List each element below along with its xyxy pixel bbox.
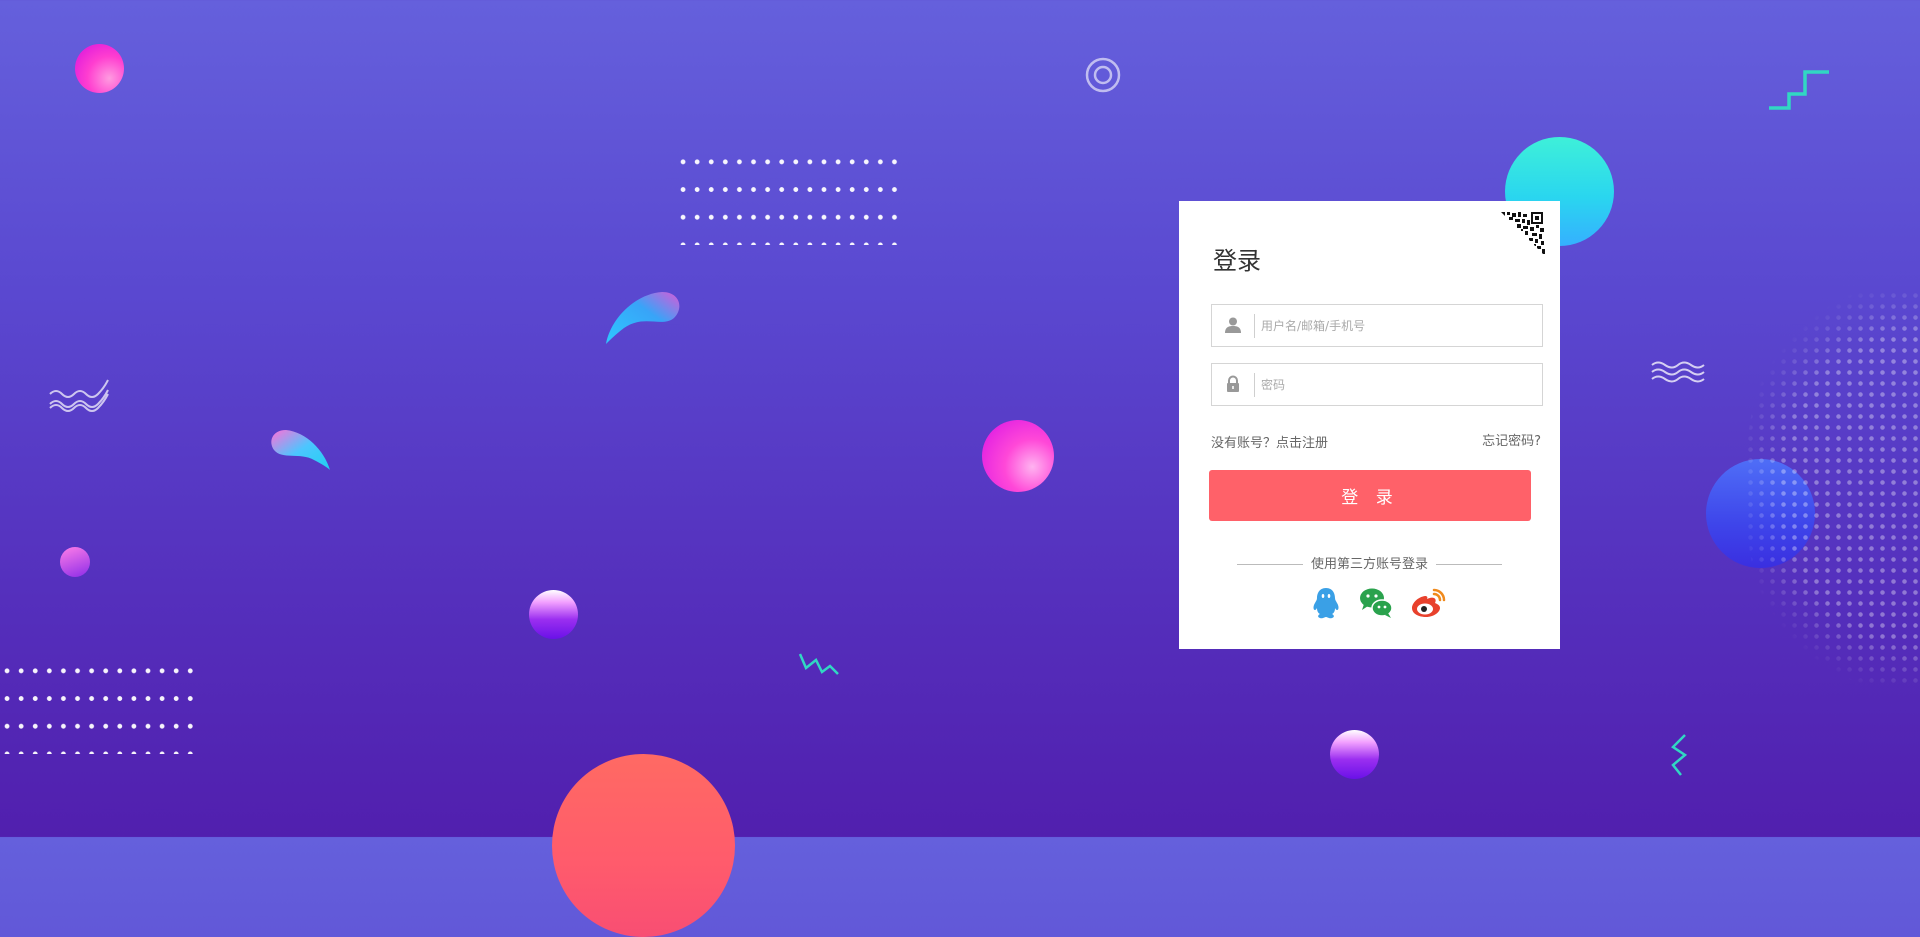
dot-cluster-right-decoration <box>1745 290 1920 685</box>
wechat-icon[interactable] <box>1358 586 1394 620</box>
password-input[interactable] <box>1261 364 1531 405</box>
leaf-top-decoration <box>606 292 680 344</box>
forgot-password-link[interactable]: 忘记密码? <box>1482 430 1541 449</box>
dot-grid-top-decoration <box>676 148 902 245</box>
qr-code-toggle-icon[interactable] <box>1499 210 1545 256</box>
third-party-login-label: 使用第三方账号登录 <box>1310 557 1428 572</box>
divider-line-left <box>1236 564 1303 565</box>
wave-right-decoration <box>1651 361 1705 383</box>
zigzag-center-decoration <box>798 653 839 675</box>
password-field <box>1211 363 1543 406</box>
coral-half-circle-decoration <box>552 754 735 937</box>
dot-grid-left-decoration <box>0 657 198 754</box>
login-title: 登录 <box>1213 247 1261 275</box>
password-field-divider <box>1254 373 1255 397</box>
user-icon <box>1225 317 1241 333</box>
qq-icon[interactable] <box>1308 586 1344 620</box>
purple-ball-bottom-decoration <box>1330 730 1379 779</box>
pink-ball-decoration <box>75 44 124 93</box>
divider-line-right <box>1436 564 1502 565</box>
stairs-decoration <box>1769 70 1829 110</box>
weibo-icon[interactable] <box>1410 586 1446 620</box>
purple-ball-decoration <box>529 590 578 639</box>
magenta-ball-decoration <box>982 420 1054 492</box>
login-button[interactable]: 登 录 <box>1209 470 1531 521</box>
username-input[interactable] <box>1261 305 1531 346</box>
wave-left-decoration <box>49 379 109 412</box>
lock-icon <box>1227 375 1239 392</box>
username-field-divider <box>1254 314 1255 338</box>
leaf-left-decoration <box>271 430 330 470</box>
login-card: 登录 没有账号？点击注册 忘记密码? <box>1179 201 1560 649</box>
ring-decoration <box>1085 57 1121 93</box>
third-party-login-divider: 使用第三方账号登录 <box>1179 553 1560 572</box>
small-purple-ball-decoration <box>60 547 90 577</box>
register-link[interactable]: 没有账号？点击注册 <box>1211 432 1328 451</box>
zigzag-right-decoration <box>1671 734 1688 776</box>
username-field <box>1211 304 1543 347</box>
